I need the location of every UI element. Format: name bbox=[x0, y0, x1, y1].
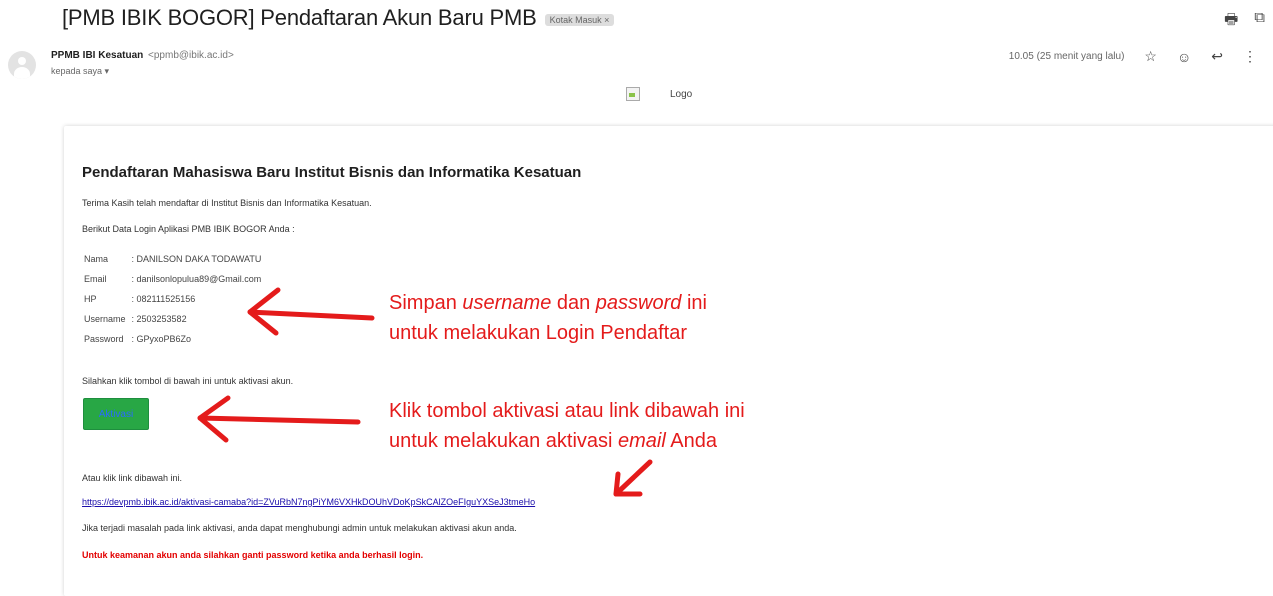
intro-text: Berikut Data Login Aplikasi PMB IBIK BOG… bbox=[82, 224, 295, 234]
more-vert-icon[interactable]: ⋮ bbox=[1243, 48, 1257, 65]
table-row: Password : GPyxoPB6Zo bbox=[84, 329, 267, 349]
link-prompt: Atau klik link dibawah ini. bbox=[82, 473, 183, 483]
annotation-activate: Klik tombol aktivasi atau link dibawah i… bbox=[389, 396, 745, 456]
inbox-label-chip[interactable]: Kotak Masuk × bbox=[544, 13, 615, 26]
sender-name[interactable]: PPMB IBI Kesatuan bbox=[51, 50, 143, 61]
activate-button[interactable]: Aktivasi bbox=[83, 398, 149, 430]
annotation-line: untuk melakukan Login Pendaftar bbox=[389, 322, 687, 344]
broken-image-icon bbox=[626, 87, 640, 101]
activation-link[interactable]: https://devpmb.ibik.ac.id/aktivasi-camab… bbox=[82, 497, 535, 507]
table-row: Username : 2503253582 bbox=[84, 309, 267, 329]
reply-icon[interactable]: ↩ bbox=[1211, 48, 1223, 65]
print-icon[interactable]: 🖶 bbox=[1224, 9, 1238, 34]
table-row: Nama : DANILSON DAKA TODAWATU bbox=[84, 249, 267, 269]
star-icon[interactable]: ☆ bbox=[1144, 48, 1157, 65]
credential-value: : 082111525156 bbox=[131, 294, 196, 304]
message-meta: 10.05 (25 menit yang lalu) ☆ ☺ ↩ ⋮ bbox=[1009, 48, 1257, 65]
sender-line: PPMB IBI Kesatuan <ppmb@ibik.ac.id> bbox=[51, 50, 234, 61]
logo-area: Logo bbox=[626, 87, 692, 101]
sender-email: <ppmb@ibik.ac.id> bbox=[148, 50, 234, 61]
email-body-card: Pendaftaran Mahasiswa Baru Institut Bisn… bbox=[64, 126, 1273, 596]
annotation-line: Simpan username dan password ini bbox=[389, 292, 707, 314]
recipient-toggle[interactable]: kepada saya ▾ bbox=[51, 66, 109, 77]
logo-alt-text: Logo bbox=[670, 88, 693, 100]
message-time: 10.05 (25 menit yang lalu) bbox=[1008, 51, 1125, 62]
help-text: Jika terjadi masalah pada link aktivasi,… bbox=[82, 523, 517, 533]
credential-label: Email bbox=[84, 274, 107, 284]
credential-value: : GPyxoPB6Zo bbox=[131, 334, 192, 344]
credential-value: : 2503253582 bbox=[131, 314, 187, 324]
email-title: Pendaftaran Mahasiswa Baru Institut Bisn… bbox=[82, 164, 582, 181]
top-actions: 🖶 ⧉ bbox=[1224, 9, 1265, 34]
annotation-save-credentials: Simpan username dan password ini untuk m… bbox=[389, 288, 707, 348]
open-in-new-window-icon[interactable]: ⧉ bbox=[1254, 9, 1265, 34]
sender-avatar bbox=[8, 51, 36, 79]
credential-label: Password bbox=[84, 334, 124, 344]
activate-prompt: Silahkan klik tombol di bawah ini untuk … bbox=[82, 376, 294, 386]
email-subject-bar: [PMB IBIK BOGOR] Pendaftaran Akun Baru P… bbox=[62, 5, 615, 31]
credential-label: Username bbox=[84, 314, 126, 324]
credential-value: : DANILSON DAKA TODAWATU bbox=[131, 254, 262, 264]
table-row: HP : 082111525156 bbox=[84, 289, 267, 309]
thanks-text: Terima Kasih telah mendaftar di Institut… bbox=[82, 198, 372, 208]
credentials-table: Nama : DANILSON DAKA TODAWATU Email : da… bbox=[84, 249, 267, 349]
security-warning: Untuk keamanan akun anda silahkan ganti … bbox=[82, 550, 424, 560]
annotation-line: untuk melakukan aktivasi email Anda bbox=[389, 430, 717, 452]
emoji-icon[interactable]: ☺ bbox=[1177, 49, 1191, 65]
email-subject: [PMB IBIK BOGOR] Pendaftaran Akun Baru P… bbox=[62, 5, 537, 30]
credential-label: Nama bbox=[84, 254, 109, 264]
credential-value: : danilsonlopulua89@Gmail.com bbox=[131, 274, 262, 284]
credential-label: HP bbox=[84, 294, 97, 304]
annotation-line: Klik tombol aktivasi atau link dibawah i… bbox=[389, 400, 745, 422]
table-row: Email : danilsonlopulua89@Gmail.com bbox=[84, 269, 267, 289]
